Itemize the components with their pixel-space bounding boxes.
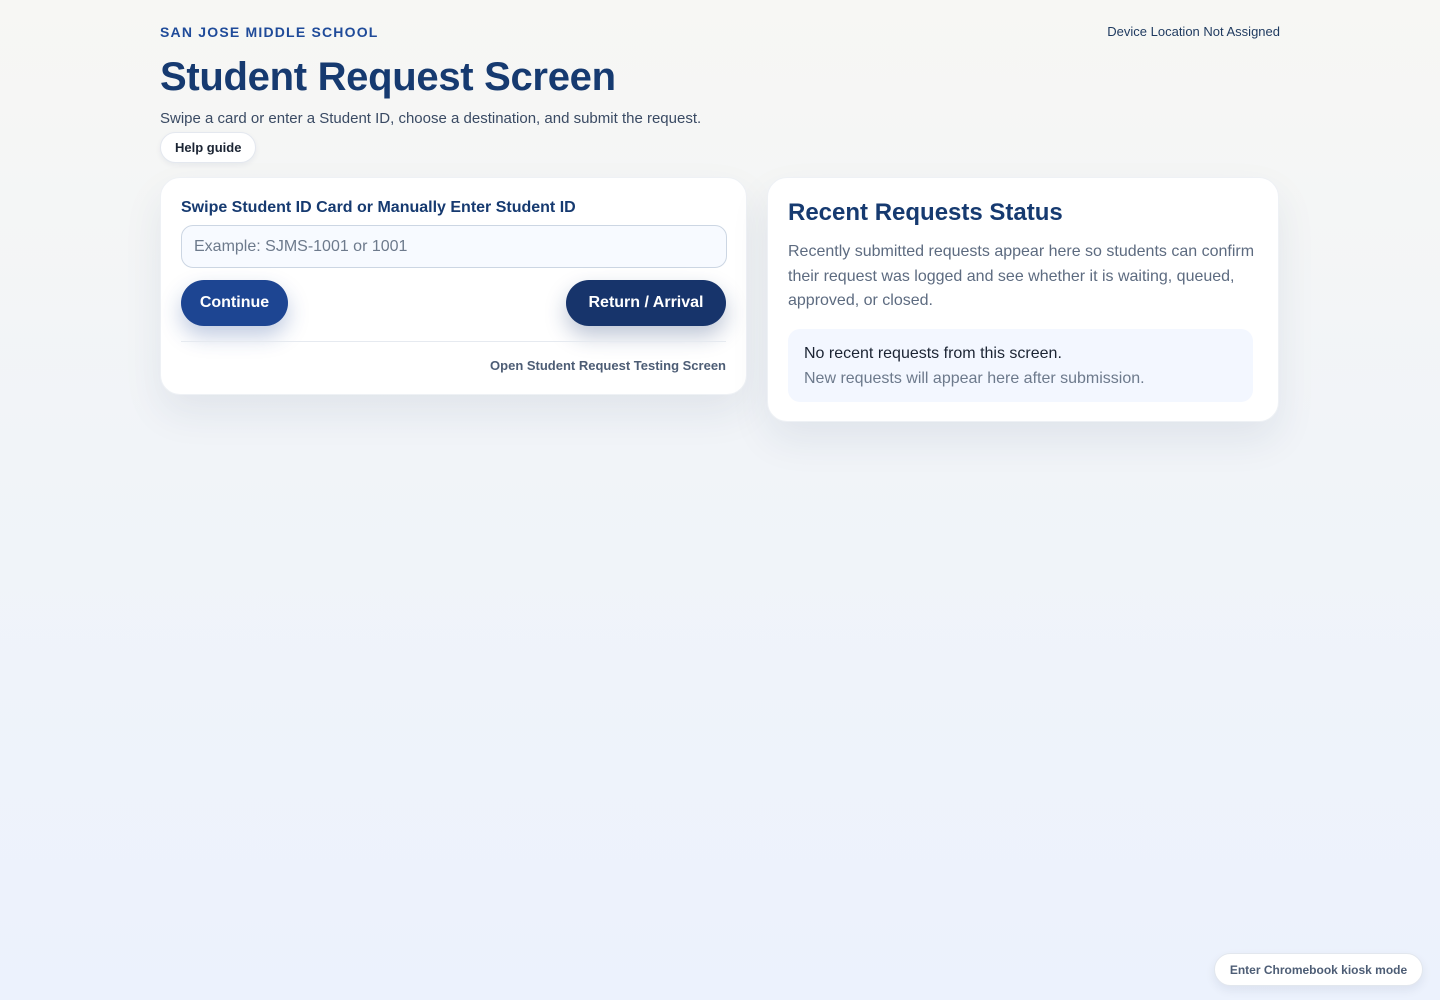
divider	[181, 341, 726, 342]
student-id-label: Swipe Student ID Card or Manually Enter …	[181, 199, 576, 216]
empty-state: No recent requests from this screen. New…	[788, 329, 1253, 402]
page-title: Student Request Screen	[160, 55, 616, 99]
help-guide-button[interactable]: Help guide	[160, 132, 257, 163]
empty-state-title: No recent requests from this screen.	[804, 345, 1062, 362]
recent-requests-title: Recent Requests Status	[788, 199, 1063, 226]
recent-requests-card: Recent Requests Status Recently submitte…	[767, 177, 1279, 422]
testing-screen-link[interactable]: Open Student Request Testing Screen	[490, 358, 726, 373]
device-location-status: Device Location Not Assigned	[1107, 24, 1280, 39]
top-bar: SAN JOSE MIDDLE SCHOOL Device Location N…	[160, 0, 1280, 50]
empty-state-subtitle: New requests will appear here after subm…	[804, 370, 1145, 387]
kiosk-mode-button[interactable]: Enter Chromebook kiosk mode	[1214, 953, 1423, 986]
school-name: SAN JOSE MIDDLE SCHOOL	[160, 24, 379, 40]
recent-requests-description: Recently submitted requests appear here …	[788, 243, 1255, 309]
page: SAN JOSE MIDDLE SCHOOL Device Location N…	[160, 0, 1280, 422]
continue-button[interactable]: Continue	[181, 280, 288, 326]
page-subtitle: Swipe a card or enter a Student ID, choo…	[160, 110, 702, 127]
return-arrival-button[interactable]: Return / Arrival	[566, 280, 726, 326]
student-id-input[interactable]	[181, 225, 727, 268]
request-form-card: Swipe Student ID Card or Manually Enter …	[160, 177, 747, 395]
